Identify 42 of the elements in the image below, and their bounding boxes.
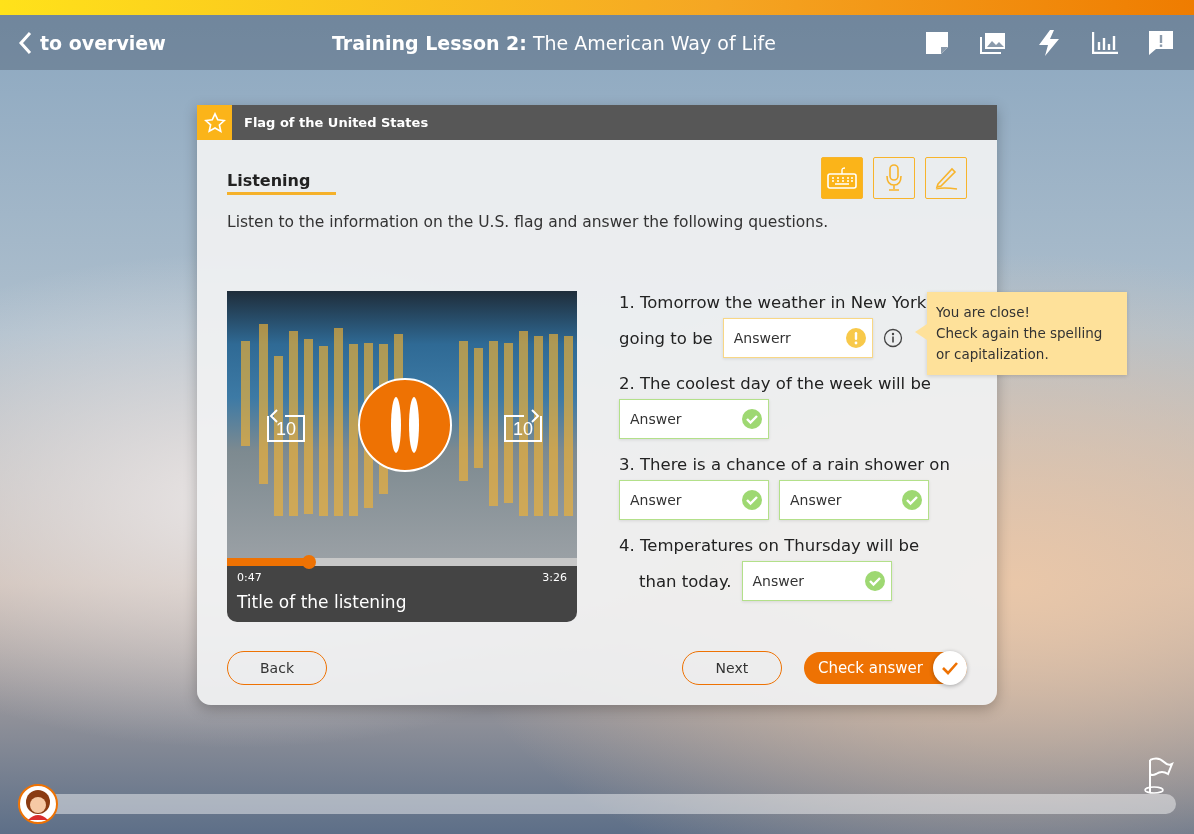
lesson-title: Training Lesson 2: The American Way of Life xyxy=(330,31,777,54)
answer-field[interactable]: Answer xyxy=(779,480,929,520)
elapsed-time: 0:47 xyxy=(237,571,262,584)
finish-flag-icon xyxy=(1142,756,1176,794)
card-title: Flag of the United States xyxy=(244,115,429,130)
answer-field[interactable]: Answer xyxy=(619,480,769,520)
hint-title: You are close! xyxy=(936,303,1031,322)
back-link[interactable]: to overview xyxy=(18,30,166,55)
warning-icon xyxy=(845,328,866,348)
check-icon xyxy=(864,571,885,591)
question-text: than today. xyxy=(639,571,732,591)
check-icon xyxy=(902,490,922,510)
answer-text: Answer xyxy=(630,492,682,508)
answer-field[interactable]: Answer xyxy=(619,399,769,439)
question-text: 4. Temperatures on Thursday will be xyxy=(619,536,921,555)
keyboard-icon xyxy=(827,167,857,189)
answer-text: Answer xyxy=(630,411,682,427)
progress-thumb[interactable] xyxy=(302,555,317,569)
answer-text: Answer xyxy=(752,573,805,589)
answer-text: Answerr xyxy=(733,330,791,346)
listening-title: Title of the listening xyxy=(236,591,408,612)
instruction-text: Listen to the information on the U.S. flag and answer the following questions. xyxy=(227,213,830,231)
progress-track[interactable] xyxy=(227,558,577,566)
star-icon xyxy=(203,111,226,134)
hint-text: Check again the spelling or capitalization. xyxy=(936,324,1104,364)
check-icon xyxy=(742,490,762,510)
answer-text: Answer xyxy=(790,492,842,508)
section-heading: Listening xyxy=(227,157,337,195)
chevron-left-icon xyxy=(18,30,32,55)
check-icon xyxy=(742,409,762,429)
question-text: 2. The coolest day of the week will be xyxy=(619,374,932,393)
answer-field[interactable]: Answer xyxy=(741,561,892,601)
question-text: 3. There is a chance of a rain shower on xyxy=(619,455,950,474)
info-icon[interactable] xyxy=(882,328,903,348)
total-duration: 3:26 xyxy=(542,571,567,584)
microphone-icon xyxy=(884,164,904,192)
question-text: going to be xyxy=(619,328,713,348)
answer-field[interactable]: Answerr xyxy=(722,318,873,358)
check-icon xyxy=(941,661,959,675)
avatar-icon xyxy=(18,784,58,824)
pencil-icon xyxy=(933,165,959,191)
pause-icon xyxy=(389,394,420,455)
